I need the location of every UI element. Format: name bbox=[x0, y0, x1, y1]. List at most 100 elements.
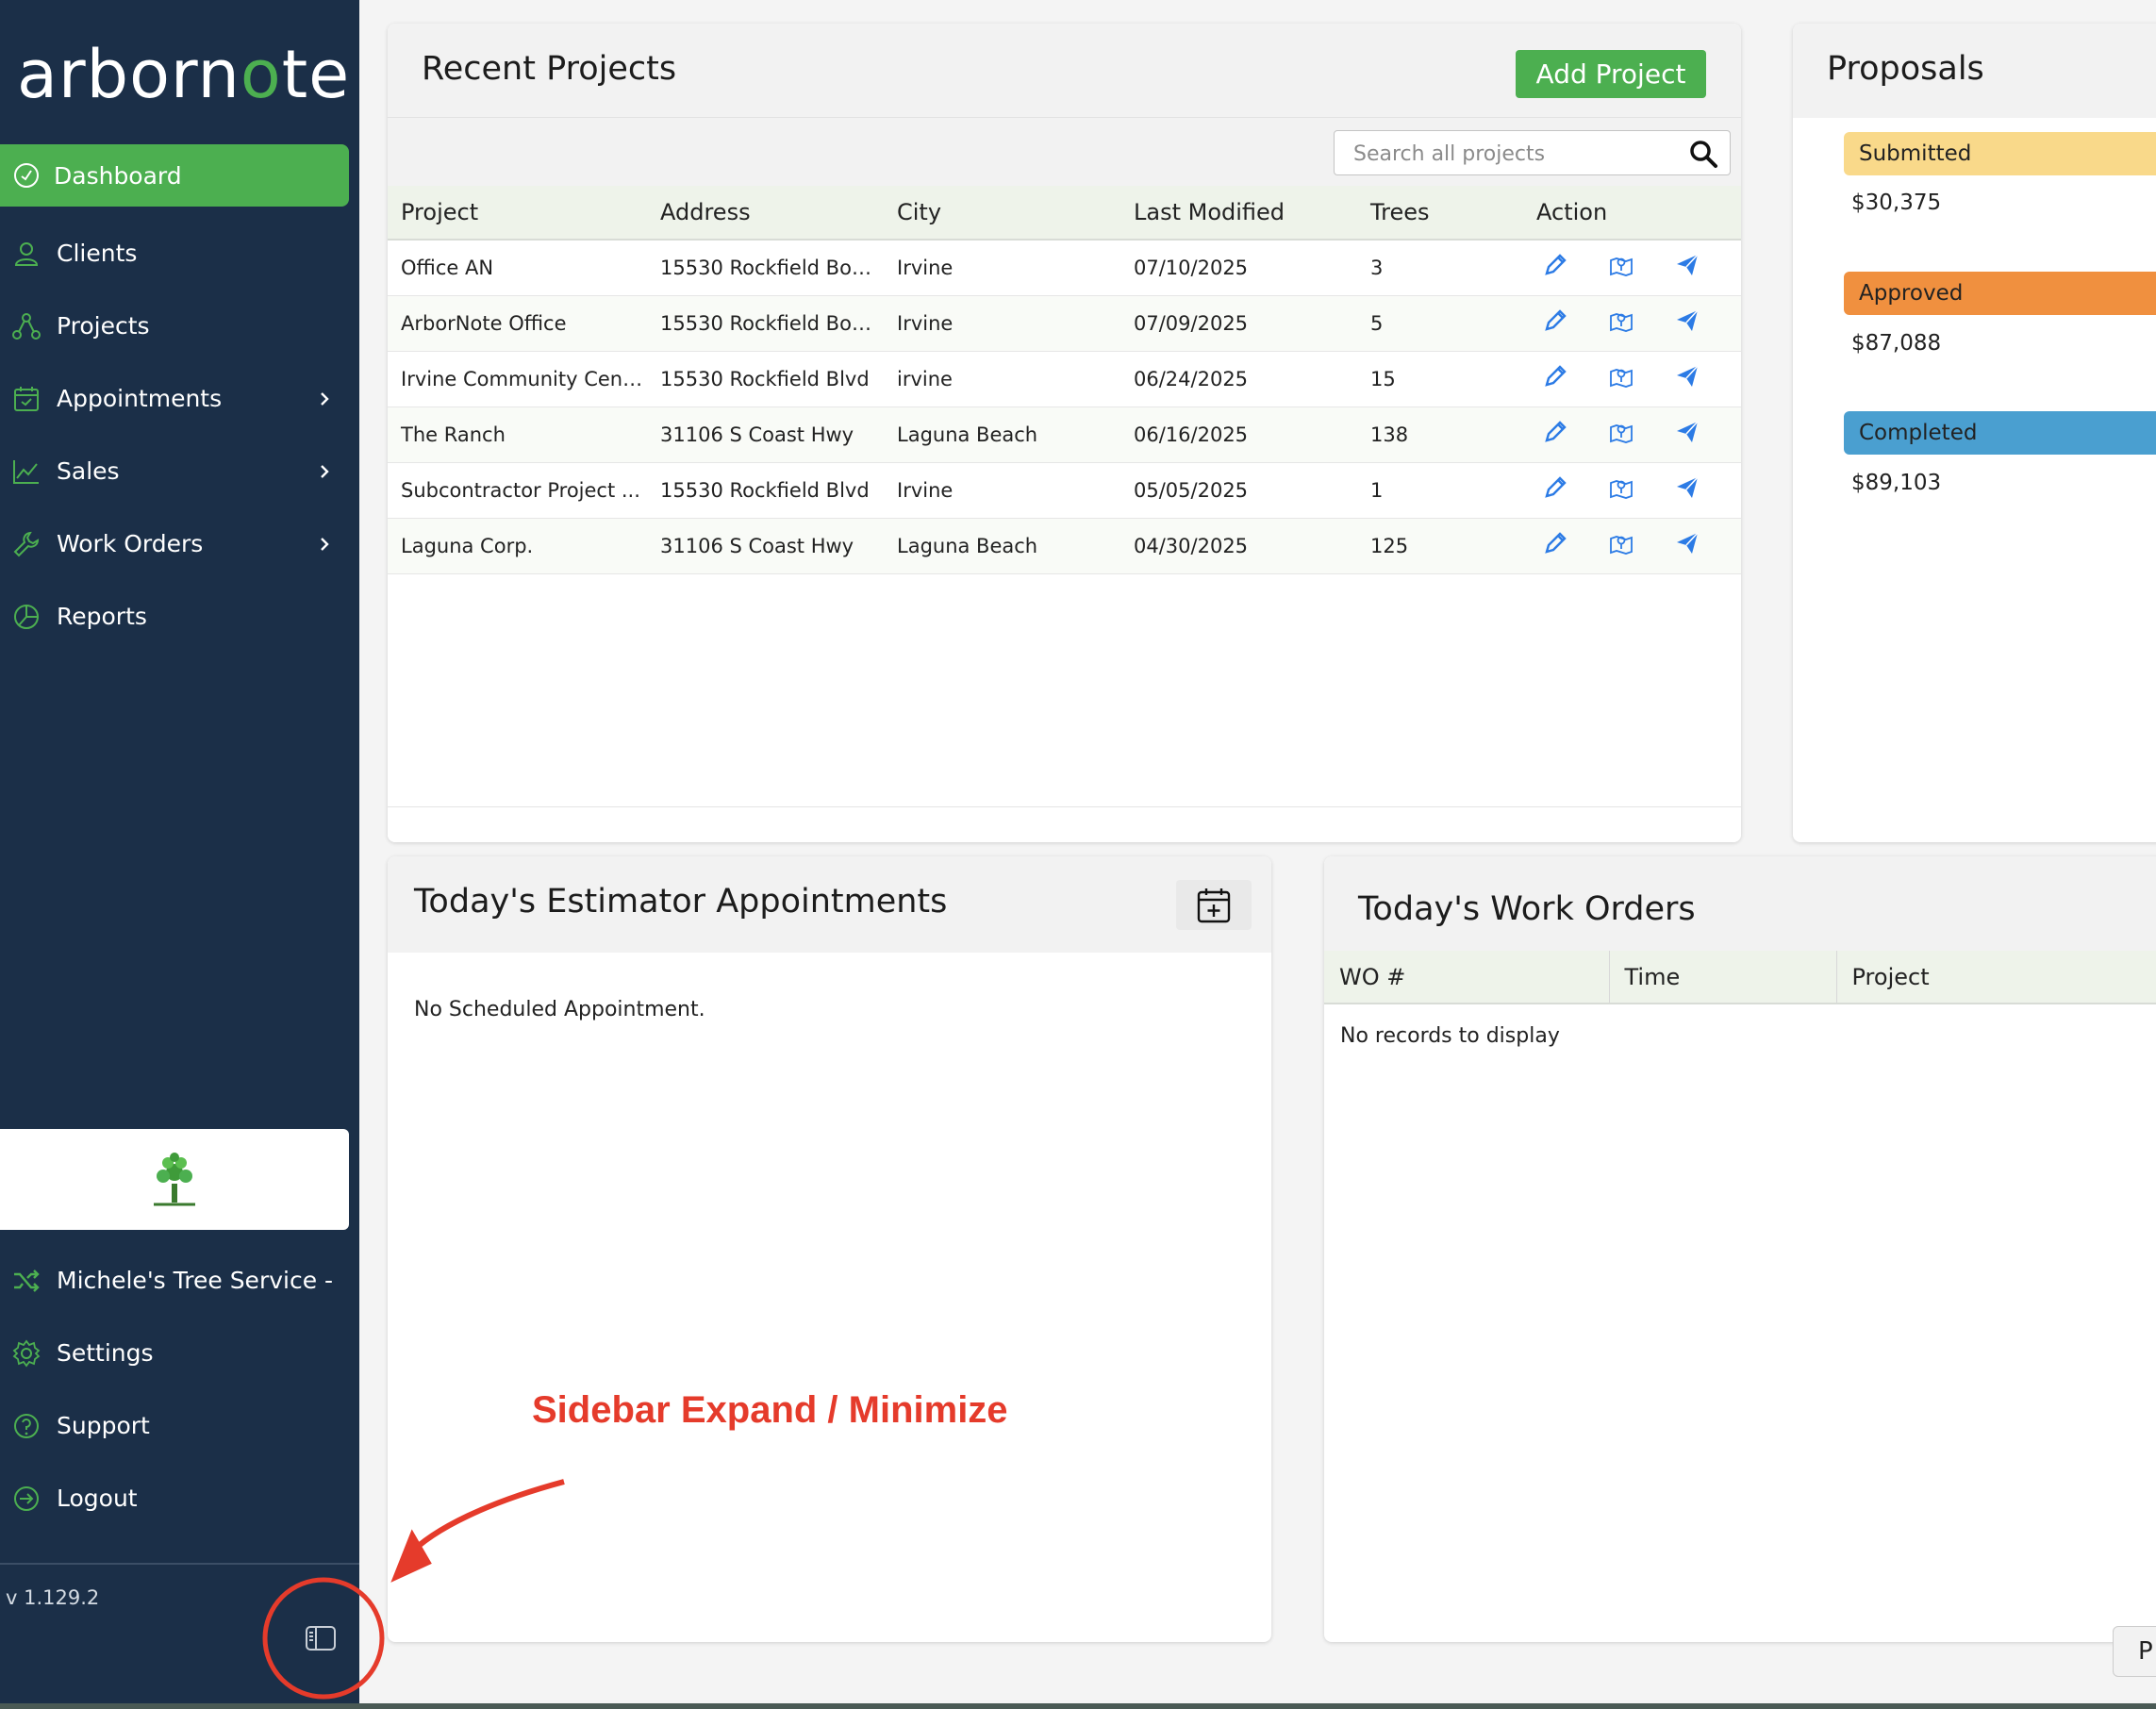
bottom-nav: Michele's Tree Service - Settings Suppor… bbox=[0, 1244, 359, 1535]
recent-projects-title: Recent Projects bbox=[422, 50, 677, 88]
wrench-icon bbox=[13, 531, 40, 556]
sidebar-item-support[interactable]: Support bbox=[0, 1389, 359, 1462]
recent-projects-card: Recent Projects Add Project Project Addr… bbox=[388, 24, 1741, 842]
cell-actions bbox=[1523, 518, 1741, 574]
cell-city: Irvine bbox=[884, 240, 1120, 296]
status-badge-completed[interactable]: Completed bbox=[1844, 411, 2156, 455]
cell-city: Irvine bbox=[884, 462, 1120, 519]
column-header-wo-number[interactable]: WO # bbox=[1324, 951, 1610, 1004]
cell-actions bbox=[1523, 351, 1741, 407]
cell-city: irvine bbox=[884, 351, 1120, 407]
sidebar-item-label: Sales bbox=[57, 457, 120, 485]
projects-table-body: Office AN 15530 Rockfield Boul... Irvine 07… bbox=[388, 240, 1741, 574]
cell-project[interactable]: Office AN bbox=[388, 240, 647, 296]
table-row[interactable]: ArborNote Office 15530 Rockfield Boul... I… bbox=[388, 295, 1741, 352]
user-icon bbox=[14, 241, 39, 266]
send-icon[interactable] bbox=[1674, 530, 1700, 561]
cell-trees: 3 bbox=[1357, 240, 1523, 296]
pencil-icon[interactable] bbox=[1542, 363, 1568, 394]
tree-icon bbox=[154, 1152, 195, 1205]
row-actions bbox=[1536, 307, 1700, 339]
send-icon[interactable] bbox=[1674, 419, 1700, 450]
table-row[interactable]: Irvine Community Cent... 15530 Rockfield … bbox=[388, 351, 1741, 407]
company-logo-card bbox=[0, 1129, 349, 1230]
gauge-icon bbox=[14, 163, 39, 188]
bottom-edge bbox=[0, 1703, 2156, 1709]
sidebar-item-projects[interactable]: Projects bbox=[0, 290, 359, 362]
help-circle-icon bbox=[14, 1413, 39, 1438]
cell-project[interactable]: Irvine Community Cent... bbox=[388, 351, 647, 407]
cell-project[interactable]: Laguna Corp. bbox=[388, 518, 647, 574]
column-header-last-modified[interactable]: Last Modified bbox=[1120, 186, 1357, 241]
table-row[interactable]: The Ranch 31106 S Coast Hwy Laguna Beach 06… bbox=[388, 407, 1741, 463]
no-appointments-message: No Scheduled Appointment. bbox=[414, 998, 705, 1021]
sidebar-item-label: Support bbox=[57, 1412, 150, 1439]
pie-chart-icon bbox=[14, 604, 39, 629]
cell-project[interactable]: ArborNote Office bbox=[388, 295, 647, 352]
column-header-city[interactable]: City bbox=[884, 186, 1120, 241]
shuffle-icon bbox=[14, 1269, 40, 1292]
pencil-icon[interactable] bbox=[1542, 530, 1568, 561]
sidebar-item-company-switch[interactable]: Michele's Tree Service - bbox=[0, 1244, 359, 1317]
column-header-time[interactable]: Time bbox=[1609, 951, 1837, 1004]
column-header-address[interactable]: Address bbox=[647, 186, 884, 241]
search-icon[interactable] bbox=[1688, 139, 1718, 169]
pager-button[interactable]: P bbox=[2113, 1626, 2156, 1677]
pencil-icon[interactable] bbox=[1542, 252, 1568, 283]
table-row[interactable]: Office AN 15530 Rockfield Boul... Irvine 07… bbox=[388, 240, 1741, 296]
pencil-icon[interactable] bbox=[1542, 474, 1568, 506]
sidebar-item-label: Appointments bbox=[57, 385, 223, 412]
main-nav: Dashboard Clients Projects Appointments … bbox=[0, 144, 359, 653]
cell-address: 15530 Rockfield Boul... bbox=[647, 240, 884, 296]
cell-address: 15530 Rockfield Blvd bbox=[647, 462, 884, 519]
column-header-project[interactable]: Project bbox=[1836, 951, 2156, 1004]
sidebar-item-work-orders[interactable]: Work Orders bbox=[0, 507, 359, 580]
map-pin-icon[interactable] bbox=[1608, 474, 1634, 506]
work-orders-table: WO # Time Project bbox=[1324, 951, 2156, 1004]
work-orders-card: Today's Work Orders WO # Time Project No… bbox=[1324, 856, 2156, 1642]
sidebar-item-label: Projects bbox=[57, 312, 150, 340]
sidebar-item-logout[interactable]: Logout bbox=[0, 1462, 359, 1535]
sidebar-item-clients[interactable]: Clients bbox=[0, 217, 359, 290]
sidebar-item-label: Dashboard bbox=[54, 161, 182, 190]
pencil-icon[interactable] bbox=[1542, 419, 1568, 450]
sidebar-item-settings[interactable]: Settings bbox=[0, 1317, 359, 1389]
table-row[interactable]: Laguna Corp. 31106 S Coast Hwy Laguna Beac… bbox=[388, 518, 1741, 574]
table-row[interactable]: Subcontractor Project ... 15530 Rockfield… bbox=[388, 462, 1741, 519]
projects-table: Project Address City Last Modified Trees… bbox=[388, 186, 1741, 574]
cell-project[interactable]: The Ranch bbox=[388, 407, 647, 463]
sidebar-toggle-icon[interactable] bbox=[304, 1624, 338, 1652]
status-badge-submitted[interactable]: Submitted bbox=[1844, 132, 2156, 175]
sidebar-item-appointments[interactable]: Appointments bbox=[0, 362, 359, 435]
column-header-project[interactable]: Project bbox=[388, 186, 647, 241]
add-project-button[interactable]: Add Project bbox=[1516, 50, 1706, 98]
search-input[interactable] bbox=[1353, 140, 1674, 168]
arbornote-logo[interactable]: arbornote bbox=[17, 36, 350, 113]
map-pin-icon[interactable] bbox=[1608, 530, 1634, 561]
column-header-trees[interactable]: Trees bbox=[1357, 186, 1523, 241]
send-icon[interactable] bbox=[1674, 474, 1700, 506]
pencil-icon[interactable] bbox=[1542, 307, 1568, 339]
cell-project[interactable]: Subcontractor Project ... bbox=[388, 462, 647, 519]
cell-trees: 138 bbox=[1357, 407, 1523, 463]
annotation-label: Sidebar Expand / Minimize bbox=[532, 1389, 1008, 1431]
map-pin-icon[interactable] bbox=[1608, 252, 1634, 283]
sidebar-item-sales[interactable]: Sales bbox=[0, 435, 359, 507]
send-icon[interactable] bbox=[1674, 307, 1700, 339]
sidebar-item-dashboard[interactable]: Dashboard bbox=[0, 144, 349, 207]
add-appointment-button[interactable] bbox=[1176, 880, 1252, 930]
estimator-title: Today's Estimator Appointments bbox=[414, 883, 948, 921]
cell-address: 15530 Rockfield Blvd bbox=[647, 351, 884, 407]
sidebar-item-reports[interactable]: Reports bbox=[0, 580, 359, 653]
map-pin-icon[interactable] bbox=[1608, 307, 1634, 339]
send-icon[interactable] bbox=[1674, 252, 1700, 283]
calendar-icon bbox=[14, 386, 39, 411]
work-orders-header-row: WO # Time Project bbox=[1324, 951, 2156, 1004]
app-version: v 1.129.2 bbox=[6, 1586, 100, 1609]
send-icon[interactable] bbox=[1674, 363, 1700, 394]
status-badge-approved[interactable]: Approved bbox=[1844, 272, 2156, 315]
map-pin-icon[interactable] bbox=[1608, 419, 1634, 450]
calendar-plus-icon bbox=[1197, 888, 1231, 922]
map-pin-icon[interactable] bbox=[1608, 363, 1634, 394]
cell-address: 15530 Rockfield Boul... bbox=[647, 295, 884, 352]
